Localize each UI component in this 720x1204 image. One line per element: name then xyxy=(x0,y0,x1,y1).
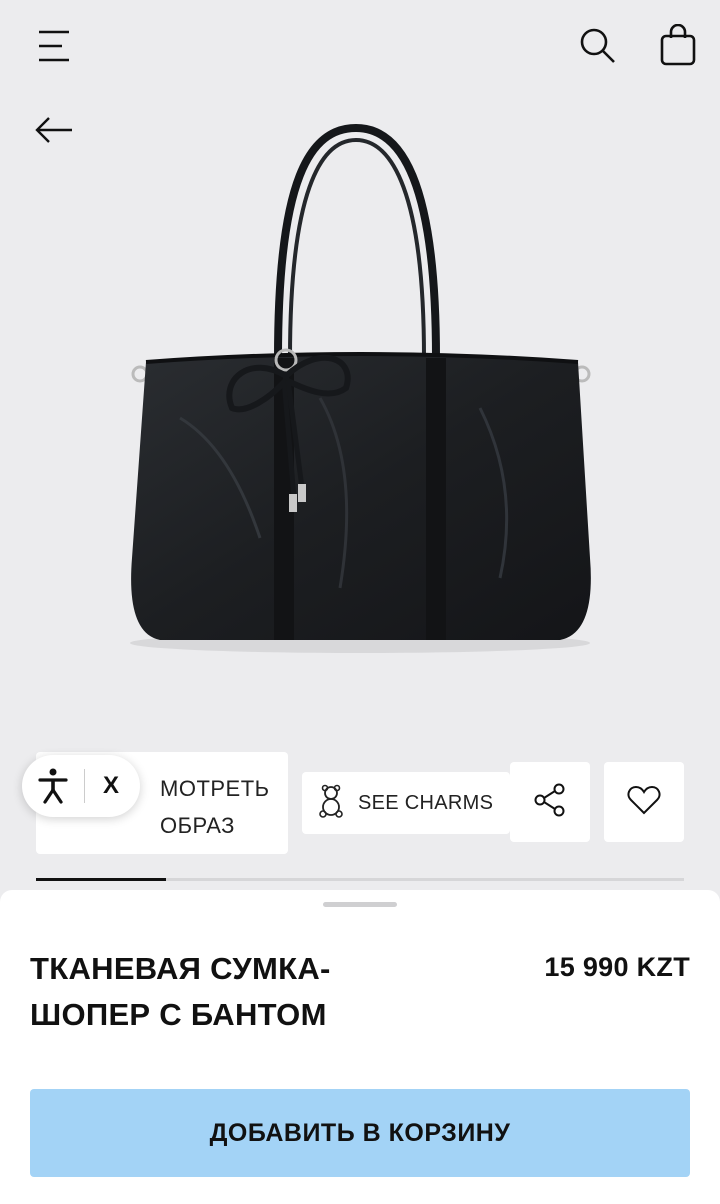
favorite-button[interactable] xyxy=(604,762,684,842)
product-title: ТКАНЕВАЯ СУМКА- ШОПЕР С БАНТОМ xyxy=(30,951,331,1032)
view-look-label: МОТРЕТЬ ОБРАЗ xyxy=(160,776,270,838)
share-button[interactable] xyxy=(510,762,590,842)
accessibility-widget: X xyxy=(22,755,140,817)
gallery-progress xyxy=(36,878,684,881)
search-icon[interactable] xyxy=(572,20,622,70)
product-info-sheet: ТКАНЕВАЯ СУМКА- ШОПЕР С БАНТОМ 15 990 KZ… xyxy=(0,890,720,1204)
add-to-cart-button[interactable]: ДОБАВИТЬ В КОРЗИНУ xyxy=(30,1089,690,1177)
share-icon xyxy=(533,783,567,822)
sheet-drag-handle[interactable] xyxy=(323,902,397,907)
top-bar xyxy=(0,0,720,143)
see-charms-button[interactable]: SEE CHARMS xyxy=(302,772,510,834)
product-price: 15 990 KZT xyxy=(544,952,690,982)
gallery-progress-fill xyxy=(36,878,166,881)
product-image[interactable] xyxy=(120,118,600,658)
hamburger-menu-icon[interactable] xyxy=(30,24,78,68)
arrow-left-icon[interactable] xyxy=(30,108,78,152)
heart-icon xyxy=(627,785,661,820)
shopping-bag-icon[interactable] xyxy=(654,20,702,70)
see-charms-label: SEE CHARMS xyxy=(358,791,494,814)
product-actions: МОТРЕТЬ ОБРАЗ X SEE CHARMS xyxy=(0,750,720,860)
add-to-cart-label: ДОБАВИТЬ В КОРЗИНУ xyxy=(209,1118,511,1147)
teddy-bear-icon xyxy=(318,784,344,823)
accessibility-close-button[interactable]: X xyxy=(85,755,137,817)
accessibility-icon[interactable] xyxy=(22,755,84,817)
